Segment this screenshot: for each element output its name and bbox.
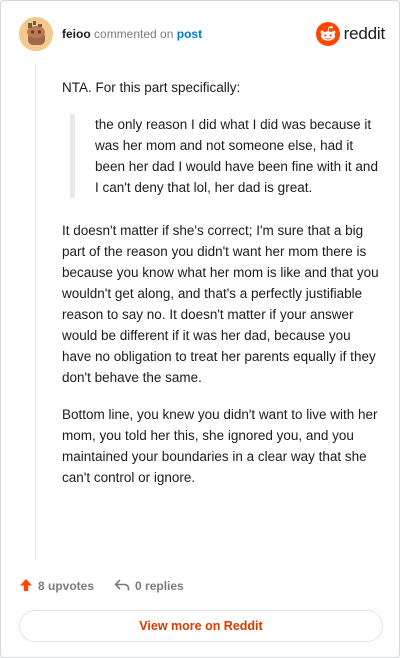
commented-on-text: commented on <box>94 27 174 41</box>
reply-arrow-icon <box>114 578 130 595</box>
comment-paragraph: Bottom line, you knew you didn't want to… <box>62 407 378 485</box>
embedded-comment-card: feioo commented on post reddit NTA. For … <box>0 0 400 658</box>
upvote-button[interactable]: 8 upvotes <box>19 578 94 595</box>
reddit-wordmark: reddit <box>343 24 386 43</box>
quote-text: the only reason I did what I did was bec… <box>95 117 378 195</box>
reply-button[interactable]: 0 replies <box>114 578 184 595</box>
comment-header: feioo commented on post reddit <box>19 17 385 51</box>
thread-line <box>35 63 36 561</box>
reddit-snoo-icon <box>315 22 340 46</box>
view-more-button[interactable]: View more on Reddit <box>19 610 383 642</box>
blockquote: the only reason I did what I did was bec… <box>70 114 380 198</box>
post-link[interactable]: post <box>177 27 202 41</box>
comment-byline: feioo commented on post <box>62 27 202 41</box>
upvote-arrow-icon <box>19 578 33 595</box>
comment-actions: 8 upvotes 0 replies <box>19 577 204 595</box>
upvote-count: 8 upvotes <box>38 579 95 593</box>
reply-count: 0 replies <box>135 579 184 593</box>
comment-paragraph: It doesn't matter if she's correct; I'm … <box>62 223 379 385</box>
snoo-avatar-icon <box>19 17 53 51</box>
reddit-logo[interactable]: reddit <box>315 21 386 47</box>
user-avatar[interactable] <box>19 17 53 51</box>
username-link[interactable]: feioo <box>62 27 91 41</box>
comment-intro: NTA. For this part specifically: <box>62 80 241 95</box>
comment-body: NTA. For this part specifically: the onl… <box>62 77 380 504</box>
